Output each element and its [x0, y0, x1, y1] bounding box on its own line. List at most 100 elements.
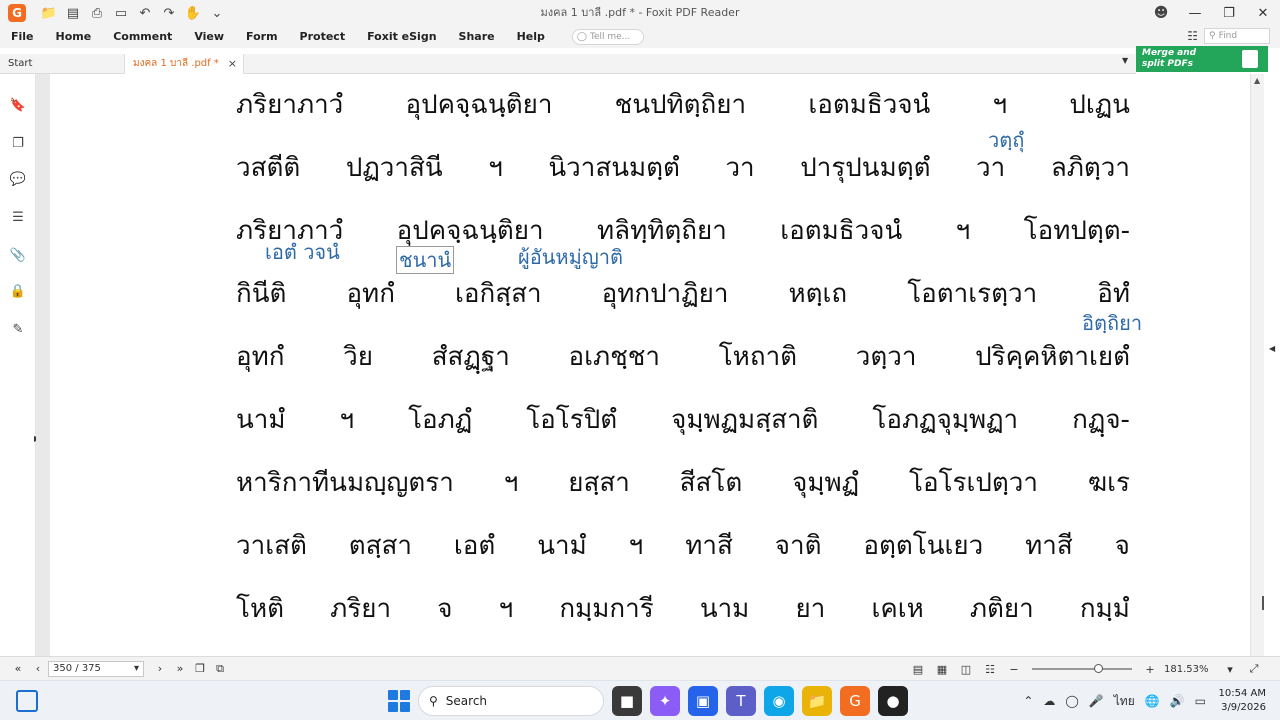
globe-icon[interactable]: 🌐	[1145, 694, 1160, 708]
tab-list-dropdown-icon[interactable]: ▼	[1122, 56, 1128, 65]
open-folder-icon[interactable]: 📁	[40, 4, 58, 22]
view-controls: ▤ ▦ ◫ ☷ − + 181.53% ▾ ⤢	[908, 659, 1264, 679]
hand-tool-icon[interactable]: ✋	[184, 4, 202, 22]
chevron-down-icon[interactable]: ⌄	[208, 4, 226, 22]
signature-icon[interactable]: ✎	[9, 320, 27, 338]
tell-me-input[interactable]: ◯ Tell me...	[571, 29, 644, 45]
input-language[interactable]: ไทย	[1114, 692, 1135, 711]
menu-protect[interactable]: Protect	[289, 26, 357, 48]
copilot-icon[interactable]: ✦	[650, 686, 680, 716]
zoom-level[interactable]: 181.53%	[1164, 664, 1216, 675]
edge-icon[interactable]: ◉	[764, 686, 794, 716]
text-line-3: ภริยาภาวํ อุปคจฺฉนฺติยา ทลิทฺทิตฺถิยา เอ…	[236, 210, 1130, 251]
menu-home[interactable]: Home	[45, 26, 103, 48]
microphone-icon[interactable]: 🎤	[1089, 694, 1104, 708]
teams-icon[interactable]: T	[726, 686, 756, 716]
chevron-down-icon[interactable]: ▾	[1220, 659, 1240, 679]
user-account-icon[interactable]: ☻	[1144, 0, 1178, 26]
foxit-logo-icon[interactable]: G	[8, 4, 26, 22]
cloud-icon[interactable]: ☁	[1043, 694, 1055, 708]
word: วา	[725, 153, 755, 183]
continuous-view-icon[interactable]: ▦	[932, 659, 952, 679]
collapse-right-panel-icon[interactable]: ◀	[1269, 344, 1275, 353]
taskbar-search[interactable]: ⚲ Search	[418, 686, 604, 716]
lock-icon[interactable]: 🔒	[9, 282, 27, 300]
menu-form[interactable]: Form	[235, 26, 289, 48]
annotation-vatthu[interactable]: วตฺถุํ	[988, 124, 1024, 156]
word: ปริคฺคหิตาเยตํ	[975, 342, 1130, 372]
vertical-scrollbar[interactable]: ▲	[1250, 74, 1264, 656]
annotation-chanana[interactable]: ชนานํ	[396, 246, 455, 274]
tab-start[interactable]: Start	[0, 54, 120, 74]
copy-page-icon[interactable]: ❐	[190, 659, 210, 679]
word: เอกิสฺสา	[454, 279, 542, 309]
select-tool-icon[interactable]: ☷	[1187, 29, 1198, 43]
word: โอทปตฺต-	[1023, 216, 1130, 246]
foxit-taskbar-icon[interactable]: G	[840, 686, 870, 716]
task-view-icon[interactable]: ■	[612, 686, 642, 716]
annotation-phu-an-mu-yat[interactable]: ผู้อันหมู่ญาติ	[518, 241, 623, 273]
zoom-out-icon[interactable]: −	[1004, 659, 1024, 679]
fit-page-icon[interactable]: ⧉	[210, 659, 230, 679]
word: ภติยา	[969, 594, 1034, 624]
restore-button[interactable]: ❐	[1212, 0, 1246, 26]
clock[interactable]: 10:54 AM 3/9/2026	[1216, 687, 1266, 715]
zoom-in-icon[interactable]: +	[1140, 659, 1160, 679]
zoom-slider[interactable]	[1032, 664, 1132, 673]
close-tab-icon[interactable]: ×	[228, 54, 237, 74]
print-icon[interactable]: ⎙	[88, 4, 106, 22]
zoom-slider-knob[interactable]	[1094, 664, 1103, 673]
store-icon[interactable]: ▣	[688, 686, 718, 716]
annotation-eta-vacana[interactable]: เอตํ วจนํ	[265, 236, 340, 268]
single-page-view-icon[interactable]: ▤	[908, 659, 928, 679]
minimize-button[interactable]: —	[1178, 0, 1212, 26]
undo-icon[interactable]: ↶	[136, 4, 154, 22]
scroll-up-icon[interactable]: ▲	[1254, 76, 1260, 85]
attachment-icon[interactable]: 📎	[9, 246, 27, 264]
last-page-icon[interactable]: »	[170, 659, 190, 679]
fullscreen-icon[interactable]: ⤢	[1244, 659, 1264, 679]
save-icon[interactable]: ▤	[64, 4, 82, 22]
word: ฯ	[955, 216, 971, 246]
pages-icon[interactable]: ❐	[9, 134, 27, 152]
previous-page-icon[interactable]: ‹	[28, 659, 48, 679]
menu-help[interactable]: Help	[506, 26, 556, 48]
word: ปเฏน	[1069, 90, 1130, 120]
merge-split-ad-banner[interactable]: Merge and split PDFs	[1136, 46, 1268, 72]
menu-comment[interactable]: Comment	[102, 26, 183, 48]
next-page-icon[interactable]: ›	[150, 659, 170, 679]
comment-icon[interactable]: 💬	[9, 170, 27, 188]
word: โหถาติ	[718, 342, 798, 372]
first-page-icon[interactable]: «	[8, 659, 28, 679]
notification-app-icon[interactable]: ◯	[1065, 694, 1078, 708]
pdf-page-view[interactable]: ภริยาภาวํ อุปคจฺฉนฺติยา ชนปทิตฺถิยา เอตม…	[50, 74, 1250, 656]
bookmark-icon[interactable]: 🔖	[9, 96, 27, 114]
text-line-4: กินีติ อุทกํ เอกิสฺสา อุทกปาฏิยา หตฺเถ โ…	[236, 273, 1130, 314]
tab-document[interactable]: มงคล 1 บาลี .pdf * ×	[124, 54, 244, 74]
widgets-icon[interactable]	[16, 690, 38, 712]
word: วตฺวา	[855, 342, 917, 372]
menu-view[interactable]: View	[183, 26, 235, 48]
menu-foxit-esign[interactable]: Foxit eSign	[356, 26, 447, 48]
continuous-facing-view-icon[interactable]: ☷	[980, 659, 1000, 679]
close-window-button[interactable]: ✕	[1246, 0, 1280, 26]
chevron-up-icon[interactable]: ⌃	[1023, 694, 1033, 708]
menu-share[interactable]: Share	[448, 26, 506, 48]
clock-date: 3/9/2026	[1221, 702, 1266, 713]
facing-view-icon[interactable]: ◫	[956, 659, 976, 679]
windows-start-icon[interactable]	[388, 690, 410, 712]
menu-file[interactable]: File	[0, 26, 45, 48]
find-input[interactable]: ⚲ Find	[1204, 28, 1270, 44]
word: วสตีติ	[236, 153, 301, 183]
file-explorer-icon[interactable]: 📁	[802, 686, 832, 716]
redo-icon[interactable]: ↷	[160, 4, 178, 22]
layers-icon[interactable]: ☰	[9, 208, 27, 226]
new-document-icon[interactable]: ▭	[112, 4, 130, 22]
page-number-input[interactable]: 350 / 375 ▾	[48, 660, 144, 677]
window-controls: ☻ — ❐ ✕	[1144, 0, 1280, 26]
word: นามํ	[236, 405, 286, 435]
volume-icon[interactable]: 🔊	[1170, 694, 1185, 708]
annotation-itthiya[interactable]: อิตฺถิยา	[1082, 307, 1142, 339]
battery-icon[interactable]: ▭	[1195, 694, 1206, 708]
app-icon[interactable]: ●	[878, 686, 908, 716]
